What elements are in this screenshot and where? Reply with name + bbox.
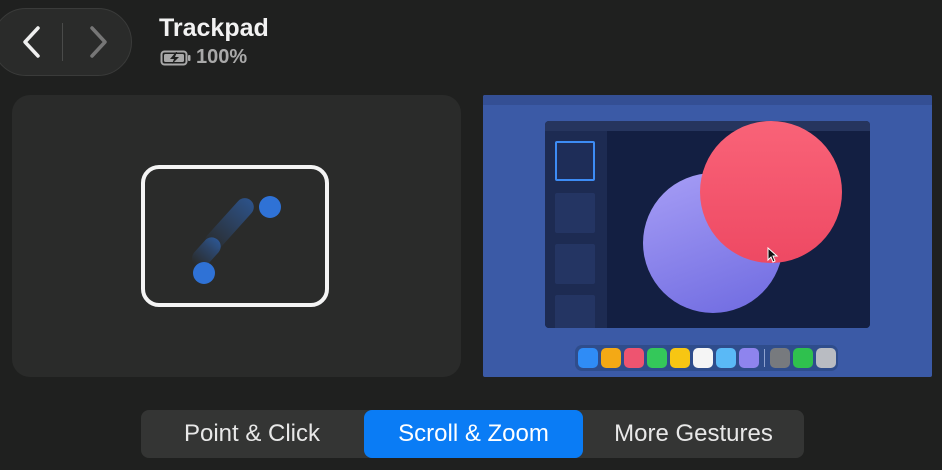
forward-button[interactable] [67,9,129,75]
preview-app-window [545,121,870,328]
dock-app-icon [692,348,713,368]
dock-app-icon [815,348,836,368]
battery-percentage: 100% [196,46,248,68]
finger-dot-lower [193,262,215,284]
finger-dot-upper [259,196,281,218]
back-button[interactable] [1,9,63,75]
dock-app-icon [646,348,667,368]
chevron-right-icon [90,26,107,58]
chevron-left-icon [23,26,40,58]
tab-point-and-click[interactable]: Point & Click [141,410,363,458]
preview-menu-bar [483,95,932,105]
gesture-demo-panel [12,95,461,377]
dock-app-icon [738,348,759,368]
dock-app-icon [577,348,598,368]
preview-canvas [607,121,870,328]
dock-app-icon [623,348,644,368]
red-circle [700,121,842,263]
dock-app-icon [600,348,621,368]
preview-thumbnail [555,244,595,284]
nav-divider [62,23,63,61]
tab-scroll-and-zoom[interactable]: Scroll & Zoom [364,410,583,458]
cursor-icon [767,247,779,263]
preview-dock [575,345,838,371]
dock-app-icon [769,348,790,368]
battery-status: 100% [160,46,247,69]
battery-charging-icon [160,50,191,65]
gesture-preview [483,95,932,377]
preview-sidebar [545,131,607,328]
dock-app-icon [669,348,690,368]
preview-thumbnail [555,193,595,233]
gesture-tabs: Point & Click Scroll & Zoom More Gesture… [141,410,804,458]
navigation-pill [0,8,132,76]
preview-thumbnail [555,295,595,328]
dock-app-icon [792,348,813,368]
tab-more-gestures[interactable]: More Gestures [583,410,804,458]
dock-divider [763,349,765,367]
preview-window-titlebar [545,121,870,131]
page-title: Trackpad [159,14,269,42]
preview-thumbnail [555,141,595,181]
dock-app-icon [715,348,736,368]
trackpad-illustration [141,165,329,307]
